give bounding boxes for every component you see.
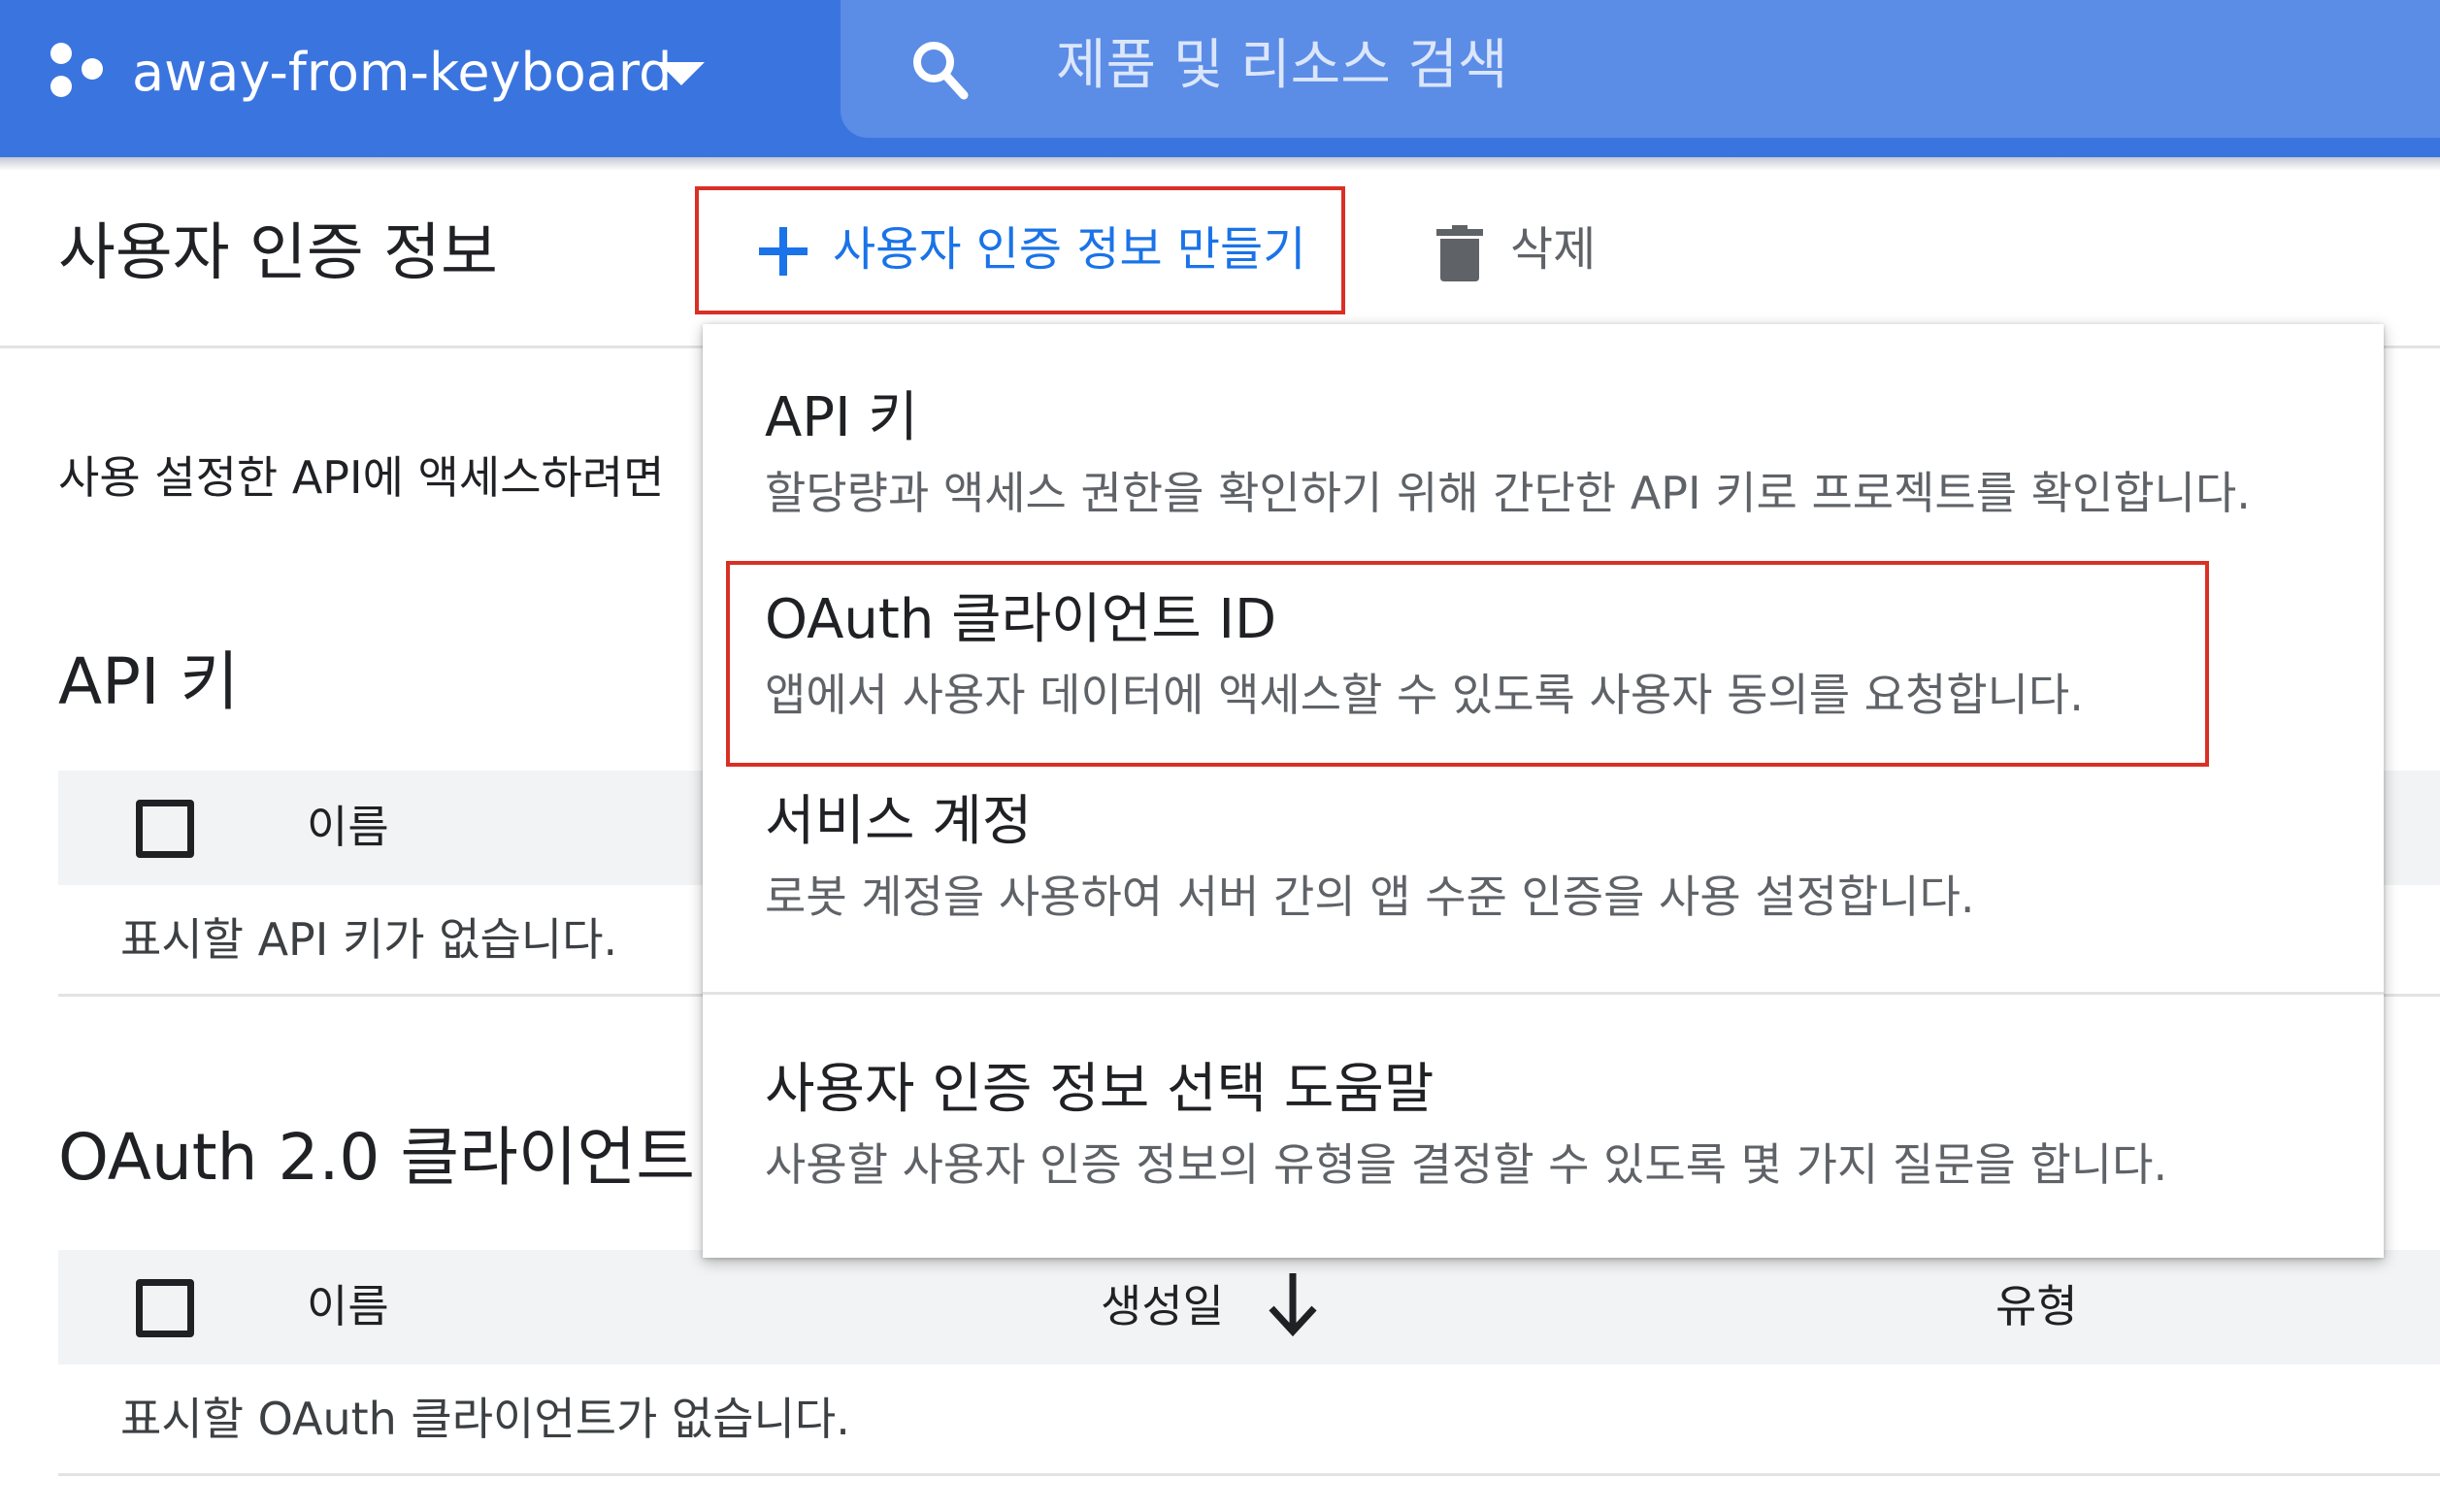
search-input[interactable]: 제품 및 리소스 검색 xyxy=(1056,29,1508,103)
intro-text: 사용 설정한 API에 액세스하려면 xyxy=(58,451,665,504)
menu-item-api-key[interactable]: API 키 할당량과 액세스 권한을 확인하기 위해 간단한 API 키로 프로… xyxy=(703,380,2384,545)
page-title: 사용자 인증 정보 xyxy=(58,217,498,289)
arrow-down-icon[interactable] xyxy=(1266,1271,1320,1337)
chevron-down-icon[interactable] xyxy=(658,62,705,85)
menu-item-description: 할당량과 액세스 권한을 확인하기 위해 간단한 API 키로 프로젝트를 확인… xyxy=(765,467,2251,519)
select-all-checkbox[interactable] xyxy=(136,1279,194,1337)
top-bar-shadow xyxy=(0,157,2440,171)
create-credentials-menu: API 키 할당량과 액세스 권한을 확인하기 위해 간단한 API 키로 프로… xyxy=(703,324,2384,1258)
menu-item-oauth-client-id[interactable]: OAuth 클라이언트 ID 앱에서 사용자 데이터에 액세스할 수 있도록 사… xyxy=(703,582,2384,747)
trash-icon[interactable] xyxy=(1436,225,1483,281)
menu-item-description: 로봇 계정을 사용하여 서버 간의 앱 수준 인증을 사용 설정합니다. xyxy=(765,871,1975,923)
create-credentials-label: 사용자 인증 정보 만들기 xyxy=(833,222,1306,277)
create-credentials-button[interactable]: 사용자 인증 정보 만들기 xyxy=(695,186,1345,314)
project-icon[interactable] xyxy=(50,43,111,103)
column-header-name[interactable]: 이름 xyxy=(307,1275,389,1337)
menu-item-description: 앱에서 사용자 데이터에 액세스할 수 있도록 사용자 동의를 요청합니다. xyxy=(765,669,2084,721)
column-header-type[interactable]: 유형 xyxy=(1995,1275,2078,1337)
menu-item-description: 사용할 사용자 인증 정보의 유형을 결정할 수 있도록 몇 가지 질문을 합니… xyxy=(765,1138,2168,1191)
menu-item-title: API 키 xyxy=(765,386,918,449)
select-all-checkbox[interactable] xyxy=(136,800,194,858)
table-row: 표시할 OAuth 클라이언트가 없습니다. xyxy=(58,1364,2440,1476)
column-header-name[interactable]: 이름 xyxy=(307,796,389,858)
search-icon[interactable] xyxy=(910,39,969,101)
oauth-clients-title: OAuth 2.0 클라이언트 xyxy=(58,1120,695,1195)
menu-item-title: 사용자 인증 정보 선택 도움말 xyxy=(765,1058,1434,1121)
divider xyxy=(703,992,2384,995)
menu-item-title: OAuth 클라이언트 ID xyxy=(765,588,1277,651)
empty-message: 표시할 OAuth 클라이언트가 없습니다. xyxy=(120,1393,850,1445)
menu-item-help-me-choose[interactable]: 사용자 인증 정보 선택 도움말 사용할 사용자 인증 정보의 유형을 결정할 … xyxy=(703,1052,2384,1217)
menu-item-title: 서비스 계정 xyxy=(765,790,1033,853)
project-selector[interactable]: away-from-keyboard xyxy=(132,37,672,109)
delete-button[interactable]: 삭제 xyxy=(1510,217,1596,281)
api-keys-title: API 키 xyxy=(58,644,240,719)
oauth-table-header: 이름 생성일 유형 xyxy=(58,1250,2440,1364)
empty-message: 표시할 API 키가 없습니다. xyxy=(120,913,618,966)
plus-icon xyxy=(759,227,808,276)
column-header-created[interactable]: 생성일 xyxy=(1101,1275,1224,1337)
menu-item-service-account[interactable]: 서비스 계정 로봇 계정을 사용하여 서버 간의 앱 수준 인증을 사용 설정합… xyxy=(703,784,2384,949)
